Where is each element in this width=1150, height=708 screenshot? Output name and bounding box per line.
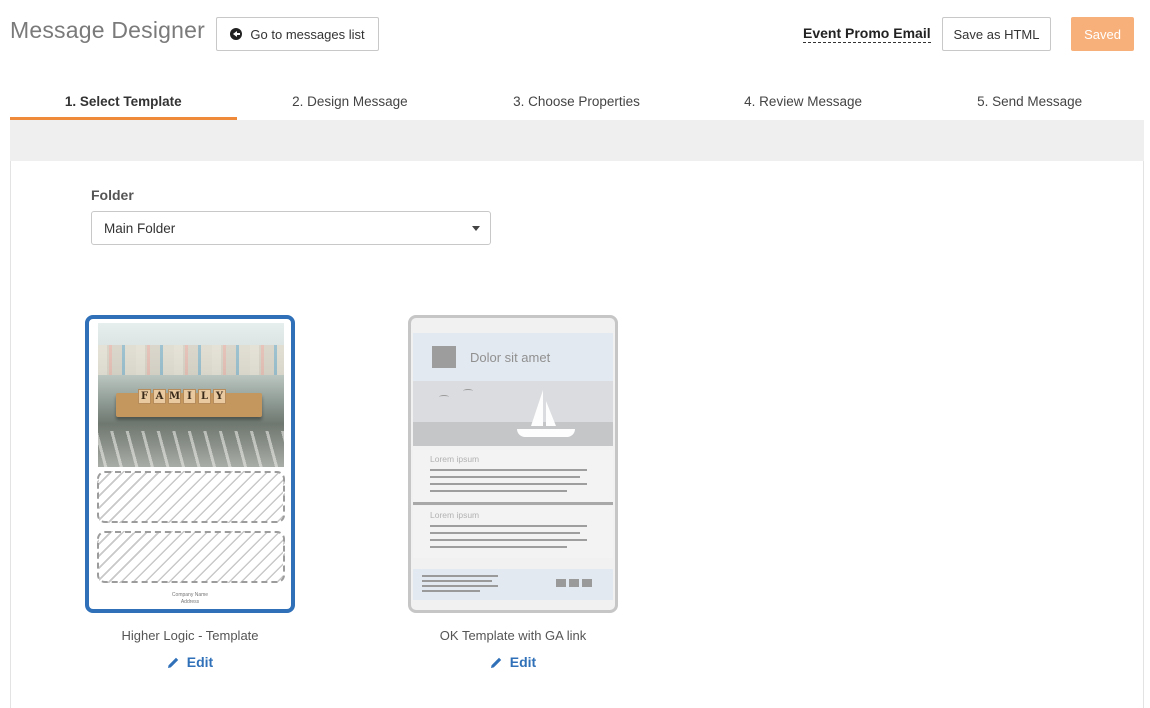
- toolbar-band: [10, 120, 1144, 161]
- letter-tile: I: [183, 389, 196, 404]
- tab-select-template[interactable]: 1. Select Template: [10, 84, 237, 120]
- family-tiles: F A M I L Y: [138, 389, 226, 404]
- edit-label: Edit: [509, 654, 537, 670]
- company-address-text: Address: [180, 599, 200, 605]
- tab-send-message[interactable]: 5. Send Message: [916, 84, 1143, 120]
- company-name-text: Company Name: [171, 592, 209, 598]
- section-label: Lorem ipsum: [430, 454, 480, 464]
- pencil-icon: [490, 657, 501, 668]
- app-header: Message Designer Go to messages list Eve…: [0, 0, 1150, 68]
- thumb-text-section: Lorem ipsum: [413, 450, 613, 502]
- sailboat-image-placeholder: [413, 381, 613, 446]
- edit-template-button[interactable]: Edit: [408, 654, 618, 670]
- letter-tile: M: [168, 389, 181, 404]
- tab-choose-properties[interactable]: 3. Choose Properties: [463, 84, 690, 120]
- template-card-higher-logic[interactable]: F A M I L Y Company Name Address: [85, 315, 295, 613]
- go-to-messages-list-label: Go to messages list: [250, 26, 365, 42]
- folder-select-value: Main Folder: [104, 220, 176, 236]
- tab-review-message[interactable]: 4. Review Message: [690, 84, 917, 120]
- thumb-header: Dolor sit amet: [413, 333, 613, 381]
- tab-design-message[interactable]: 2. Design Message: [237, 84, 464, 120]
- template-name: OK Template with GA link: [439, 628, 587, 643]
- letter-tile: A: [153, 389, 166, 404]
- pencil-icon: [167, 657, 178, 668]
- edit-label: Edit: [186, 654, 214, 670]
- step-tabs: 1. Select Template 2. Design Message 3. …: [10, 84, 1143, 120]
- thumb-footer: [413, 569, 613, 600]
- letter-tile: L: [198, 389, 211, 404]
- go-to-messages-list-button[interactable]: Go to messages list: [216, 17, 379, 51]
- letter-tile: F: [138, 389, 151, 404]
- logo-placeholder: [432, 346, 456, 368]
- message-name-link[interactable]: Event Promo Email: [803, 25, 931, 43]
- template-name: Higher Logic - Template: [121, 628, 259, 643]
- section-label: Lorem ipsum: [430, 510, 480, 520]
- folder-label: Folder: [91, 187, 134, 203]
- thumb-text-section: Lorem ipsum: [413, 506, 613, 558]
- folder-select[interactable]: Main Folder: [91, 211, 491, 245]
- caret-down-icon: [472, 226, 480, 231]
- scrabble-family-photo: F A M I L Y: [98, 323, 284, 467]
- arrow-left-circle-icon: [230, 28, 243, 40]
- placeholder-block: [97, 531, 285, 583]
- app-title: Message Designer: [10, 17, 205, 43]
- thumb-heading: Dolor sit amet: [470, 350, 551, 365]
- template-card-ok-ga-link[interactable]: Dolor sit amet Lorem ipsum Lorem ipsum: [408, 315, 618, 613]
- letter-tile: Y: [213, 389, 226, 404]
- save-as-html-button[interactable]: Save as HTML: [942, 17, 1051, 51]
- placeholder-block: [97, 471, 285, 523]
- edit-template-button[interactable]: Edit: [85, 654, 295, 670]
- saved-button[interactable]: Saved: [1071, 17, 1134, 51]
